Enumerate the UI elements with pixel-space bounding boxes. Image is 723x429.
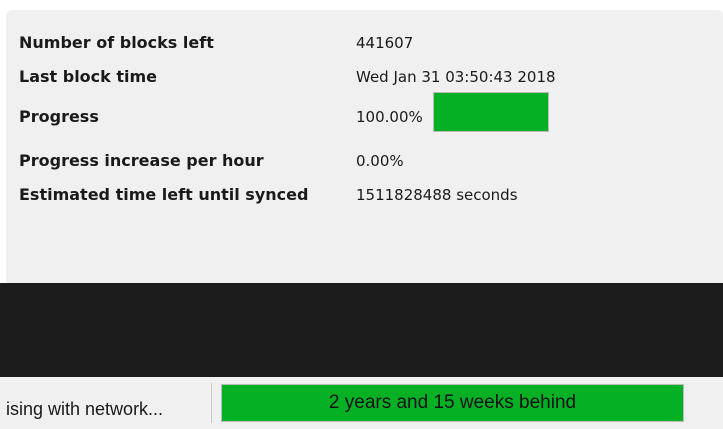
time-left-label: Estimated time left until synced <box>19 185 309 204</box>
status-bar: ising with network... 2 years and 15 wee… <box>0 377 723 429</box>
sync-info-panel: Number of blocks left 441607 Last block … <box>6 10 723 285</box>
modal-backdrop <box>0 283 723 377</box>
progress-per-hour-row: Progress increase per hour 0.00% <box>19 148 719 174</box>
sync-progress-bar <box>433 92 549 132</box>
progress-per-hour-value: 0.00% <box>356 152 404 170</box>
last-block-time-value: Wed Jan 31 03:50:43 2018 <box>356 68 556 86</box>
blocks-left-value: 441607 <box>356 34 414 52</box>
blocks-behind-indicator[interactable]: 2 years and 15 weeks behind <box>221 384 684 422</box>
blocks-left-label: Number of blocks left <box>19 33 214 52</box>
progress-value: 100.00% <box>356 108 423 126</box>
blocks-left-row: Number of blocks left 441607 <box>19 30 719 56</box>
last-block-time-label: Last block time <box>19 67 158 86</box>
time-left-value: 1511828488 seconds <box>356 186 518 204</box>
sync-progress-fill <box>434 93 548 131</box>
last-block-time-row: Last block time Wed Jan 31 03:50:43 2018 <box>19 64 719 90</box>
progress-row: Progress 100.00% <box>19 104 719 130</box>
progress-per-hour-label: Progress increase per hour <box>19 151 264 170</box>
progress-label: Progress <box>19 107 99 126</box>
status-separator <box>211 383 212 423</box>
sync-status-text: ising with network... <box>6 399 164 419</box>
time-left-row: Estimated time left until synced 1511828… <box>19 182 719 208</box>
